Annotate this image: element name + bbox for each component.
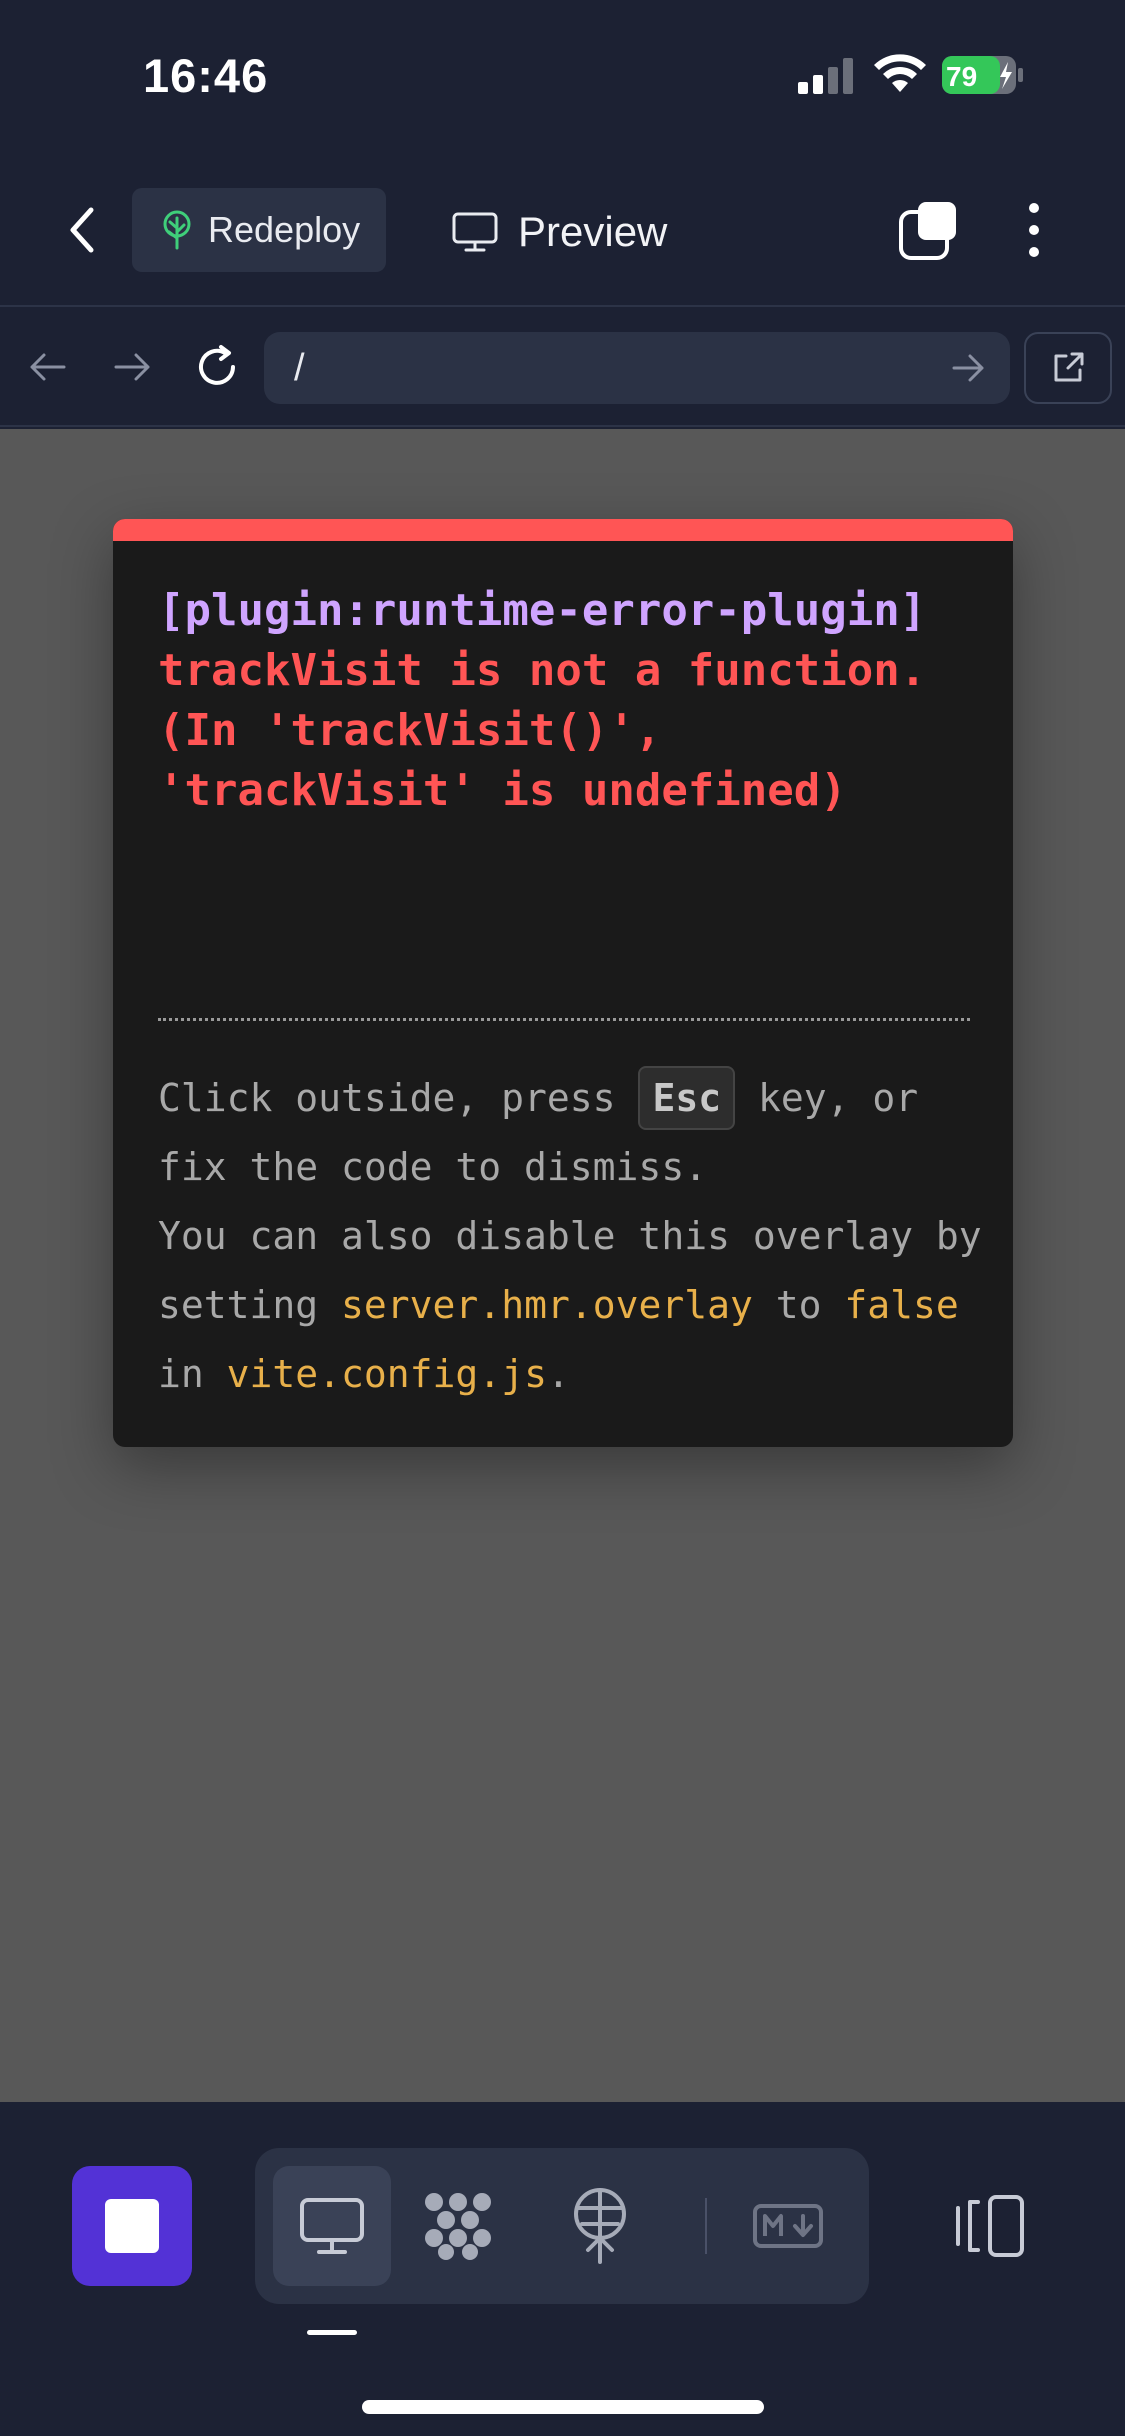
split-view-icon[interactable] [954, 2194, 1026, 2258]
url-text: / [294, 346, 305, 389]
tip-text: Click outside, press [158, 1076, 616, 1120]
more-options-icon[interactable] [1018, 200, 1050, 260]
status-bar: 16:46 79 [0, 0, 1125, 150]
back-button[interactable] [62, 202, 102, 258]
desktop-preview-icon [300, 2198, 364, 2254]
tab-divider [705, 2198, 707, 2254]
preview-tab-title: Preview [452, 202, 667, 262]
preview-content[interactable]: [plugin:runtime-error-plugin] trackVisit… [0, 429, 1125, 2102]
go-arrow-icon[interactable] [948, 348, 988, 388]
redeploy-button[interactable]: Redeploy [132, 188, 386, 272]
error-text: trackVisit is not a function. (In 'track… [158, 645, 927, 816]
tabs-icon[interactable] [898, 200, 958, 260]
deploy-tab[interactable] [541, 2166, 659, 2286]
bottom-toolbar [0, 2102, 1125, 2436]
open-external-button[interactable] [1024, 332, 1112, 404]
preview-label: Preview [518, 208, 668, 255]
cellular-signal-icon [798, 58, 853, 94]
wifi-icon [874, 54, 926, 92]
stop-icon [105, 2199, 159, 2253]
markdown-tab[interactable] [729, 2166, 847, 2286]
plugin-tag: [plugin:runtime-error-plugin] [158, 585, 927, 636]
deploy-icon [574, 2188, 626, 2264]
external-link-icon [1054, 352, 1084, 382]
error-overlay: [plugin:runtime-error-plugin] trackVisit… [113, 519, 1013, 1447]
reload-icon[interactable] [193, 343, 241, 391]
app-header: Redeploy Preview [0, 150, 1125, 307]
desktop-preview-tab[interactable] [273, 2166, 391, 2286]
error-tip: Click outside, press Esc key, or fix the… [158, 1064, 988, 1409]
view-switcher [255, 2148, 869, 2304]
dependencies-icon [425, 2193, 491, 2260]
arrow-right-icon[interactable] [110, 345, 154, 389]
markdown-icon [753, 2204, 823, 2248]
chevron-left-icon [70, 207, 94, 253]
home-indicator[interactable] [362, 2400, 764, 2414]
tip-text: in [158, 1352, 204, 1396]
arrow-left-icon[interactable] [26, 345, 70, 389]
status-time: 16:46 [143, 49, 269, 102]
battery-level: 79 [946, 61, 977, 92]
tip-text: to [775, 1283, 822, 1327]
stop-button[interactable] [72, 2166, 192, 2286]
deploy-tree-icon [163, 210, 191, 250]
error-divider [158, 1018, 970, 1021]
redeploy-label: Redeploy [208, 209, 361, 250]
active-tab-indicator [307, 2330, 357, 2335]
error-overlay-top-bar [113, 519, 1013, 541]
config-key: server.hmr.overlay [341, 1283, 753, 1327]
battery-icon: 79 [942, 56, 1023, 94]
error-message: [plugin:runtime-error-plugin] trackVisit… [158, 581, 978, 821]
config-file: vite.config.js [226, 1352, 547, 1396]
esc-key: Esc [638, 1066, 736, 1130]
browser-url-bar: / [0, 309, 1125, 427]
monitor-icon [452, 212, 498, 252]
tip-text: . [546, 1352, 570, 1396]
url-input[interactable]: / [264, 332, 1010, 404]
dependencies-tab[interactable] [399, 2166, 517, 2286]
config-value: false [844, 1283, 959, 1327]
